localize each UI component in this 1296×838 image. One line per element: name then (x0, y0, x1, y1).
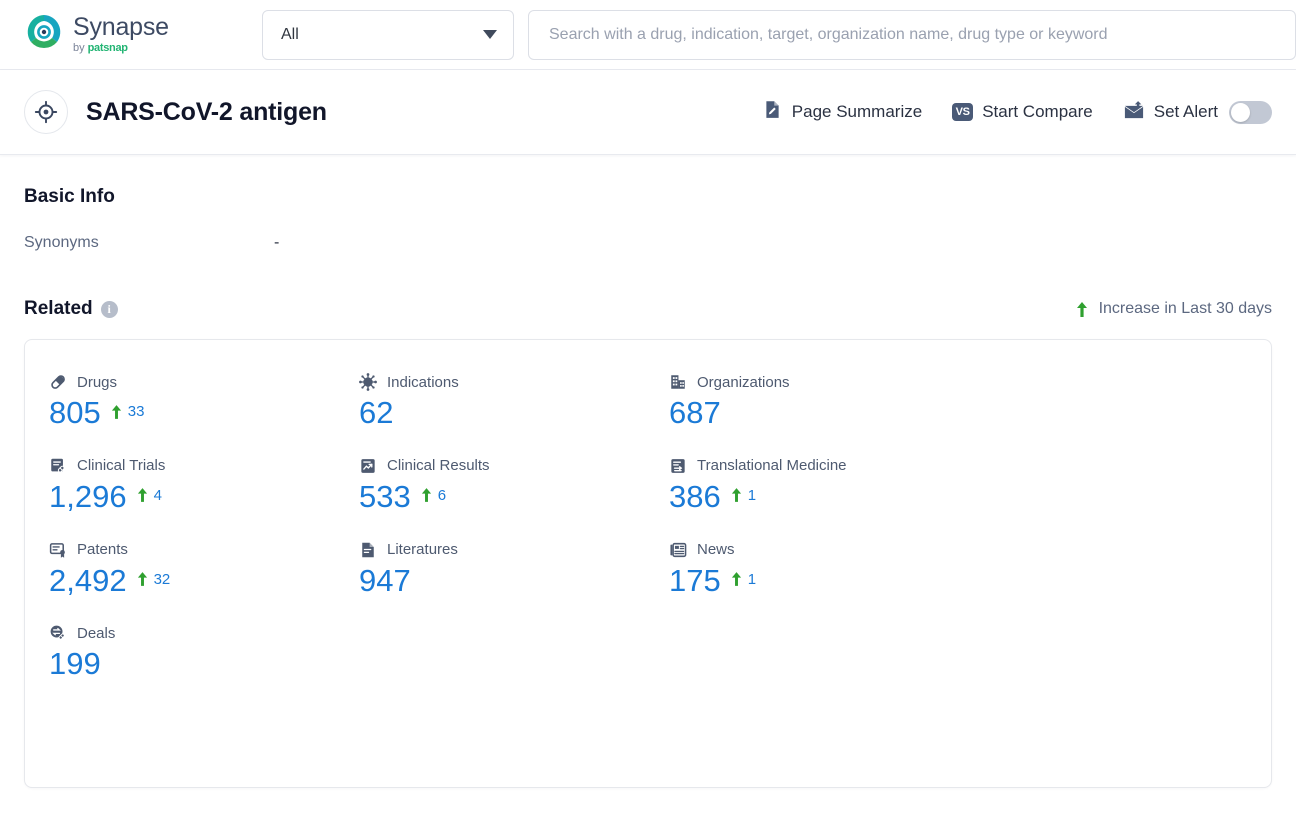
stat-delta-value: 4 (153, 486, 162, 504)
stat-value[interactable]: 805 (49, 394, 101, 433)
page-content: Basic Info Synonyms - Related i Increase… (0, 186, 1296, 788)
stat-value[interactable]: 62 (359, 394, 393, 433)
literature-icon (359, 541, 377, 559)
stat-label: Patents (77, 541, 128, 558)
stat-label: Clinical Results (387, 457, 490, 475)
alert-mail-icon (1123, 100, 1145, 125)
stat-value[interactable]: 1,296 (49, 478, 127, 517)
stat-value[interactable]: 947 (359, 562, 411, 601)
stat-organizations[interactable]: Organizations 687 (669, 373, 1271, 433)
related-heading: Related (24, 298, 93, 319)
global-search-box[interactable] (528, 9, 1296, 60)
stat-label: News (697, 541, 735, 558)
stat-indications[interactable]: Indications 62 (359, 373, 669, 433)
synonyms-row: Synonyms - (24, 234, 1272, 252)
related-stats-grid: Drugs 805 33 Indications 62 Organization… (49, 373, 1271, 684)
basic-info-heading: Basic Info (24, 186, 115, 207)
building-icon (669, 373, 687, 391)
stat-label: Deals (77, 624, 116, 642)
deal-icon (49, 624, 67, 642)
arrow-up-icon (1076, 301, 1088, 317)
stat-delta: 1 (731, 487, 756, 504)
stat-value[interactable]: 687 (669, 394, 721, 433)
stat-delta: 1 (731, 571, 756, 588)
entity-header: SARS-CoV-2 antigen Page Summarize VS Sta… (0, 70, 1296, 155)
start-compare-button[interactable]: VS Start Compare (952, 102, 1093, 122)
stat-literatures[interactable]: Literatures 947 (359, 541, 669, 601)
stat-label: Literatures (387, 541, 458, 558)
page-title: SARS-CoV-2 antigen (86, 97, 327, 126)
stat-delta-value: 1 (747, 486, 757, 504)
brand-company-label: patsnap (87, 42, 128, 54)
stat-translational-medicine[interactable]: Translational Medicine 386 1 (669, 457, 1271, 517)
chevron-down-icon (483, 30, 497, 39)
stat-drugs[interactable]: Drugs 805 33 (49, 373, 359, 433)
related-stats-card: Drugs 805 33 Indications 62 Organization… (24, 339, 1272, 788)
synonyms-value: - (274, 234, 280, 251)
global-topbar: Synapse by patsnap All (0, 0, 1296, 70)
info-icon[interactable]: i (100, 300, 118, 318)
patent-icon (49, 541, 67, 559)
news-icon (669, 541, 687, 559)
page-summarize-button[interactable]: Page Summarize (762, 99, 922, 125)
stat-label: Clinical Trials (77, 457, 166, 475)
clinical-result-icon (359, 457, 377, 475)
pill-icon (49, 373, 67, 391)
search-scope-value: All (281, 25, 299, 43)
translational-medicine-icon (669, 457, 687, 475)
stat-delta: 32 (137, 570, 171, 588)
target-icon (24, 90, 68, 134)
stat-delta-value: 6 (437, 486, 447, 504)
vs-icon: VS (952, 103, 974, 121)
increase-legend: Increase in Last 30 days (1076, 300, 1272, 318)
stat-delta-value: 1 (747, 570, 757, 588)
stat-value[interactable]: 199 (49, 645, 101, 684)
clinical-trial-icon (49, 457, 67, 475)
stat-delta: 6 (421, 487, 446, 504)
stat-delta-value: 32 (153, 570, 171, 588)
search-scope-select[interactable]: All (262, 9, 514, 60)
entity-header-actions: Page Summarize VS Start Compare Set Aler… (762, 99, 1272, 125)
brand-logo[interactable]: Synapse by patsnap (24, 12, 214, 57)
stat-value[interactable]: 386 (669, 478, 721, 517)
stat-clinical-results[interactable]: Clinical Results 533 6 (359, 457, 669, 517)
search-input[interactable] (547, 24, 1277, 45)
set-alert-label: Set Alert (1153, 102, 1218, 121)
synapse-logo-icon (24, 12, 64, 57)
brand-by-label: by (73, 42, 85, 54)
synonyms-label: Synonyms (24, 234, 99, 251)
document-edit-icon (762, 99, 783, 125)
stat-label: Translational Medicine (697, 457, 847, 475)
stat-delta: 4 (137, 487, 162, 504)
stat-value[interactable]: 2,492 (49, 562, 127, 601)
stat-news[interactable]: News 175 1 (669, 541, 1271, 601)
set-alert-button[interactable]: Set Alert (1123, 100, 1272, 125)
stat-value[interactable]: 175 (669, 562, 721, 601)
related-header: Related i Increase in Last 30 days (24, 298, 1272, 320)
stat-delta: 33 (111, 403, 145, 420)
toggle-knob (1231, 102, 1250, 122)
stat-patents[interactable]: Patents 2,492 32 (49, 541, 359, 601)
stat-deals[interactable]: Deals 199 (49, 624, 359, 684)
stat-clinical-trials[interactable]: Clinical Trials 1,296 4 (49, 457, 359, 517)
start-compare-label: Start Compare (982, 102, 1093, 121)
stat-label: Indications (387, 373, 459, 391)
stat-delta-value: 33 (127, 403, 145, 420)
stat-value[interactable]: 533 (359, 478, 411, 517)
page-summarize-label: Page Summarize (791, 102, 923, 121)
increase-legend-label: Increase in Last 30 days (1098, 300, 1272, 317)
stat-label: Organizations (697, 373, 790, 391)
stat-label: Drugs (77, 373, 118, 391)
virus-icon (359, 373, 377, 391)
brand-name: Synapse (73, 13, 169, 41)
set-alert-toggle[interactable] (1229, 100, 1272, 124)
